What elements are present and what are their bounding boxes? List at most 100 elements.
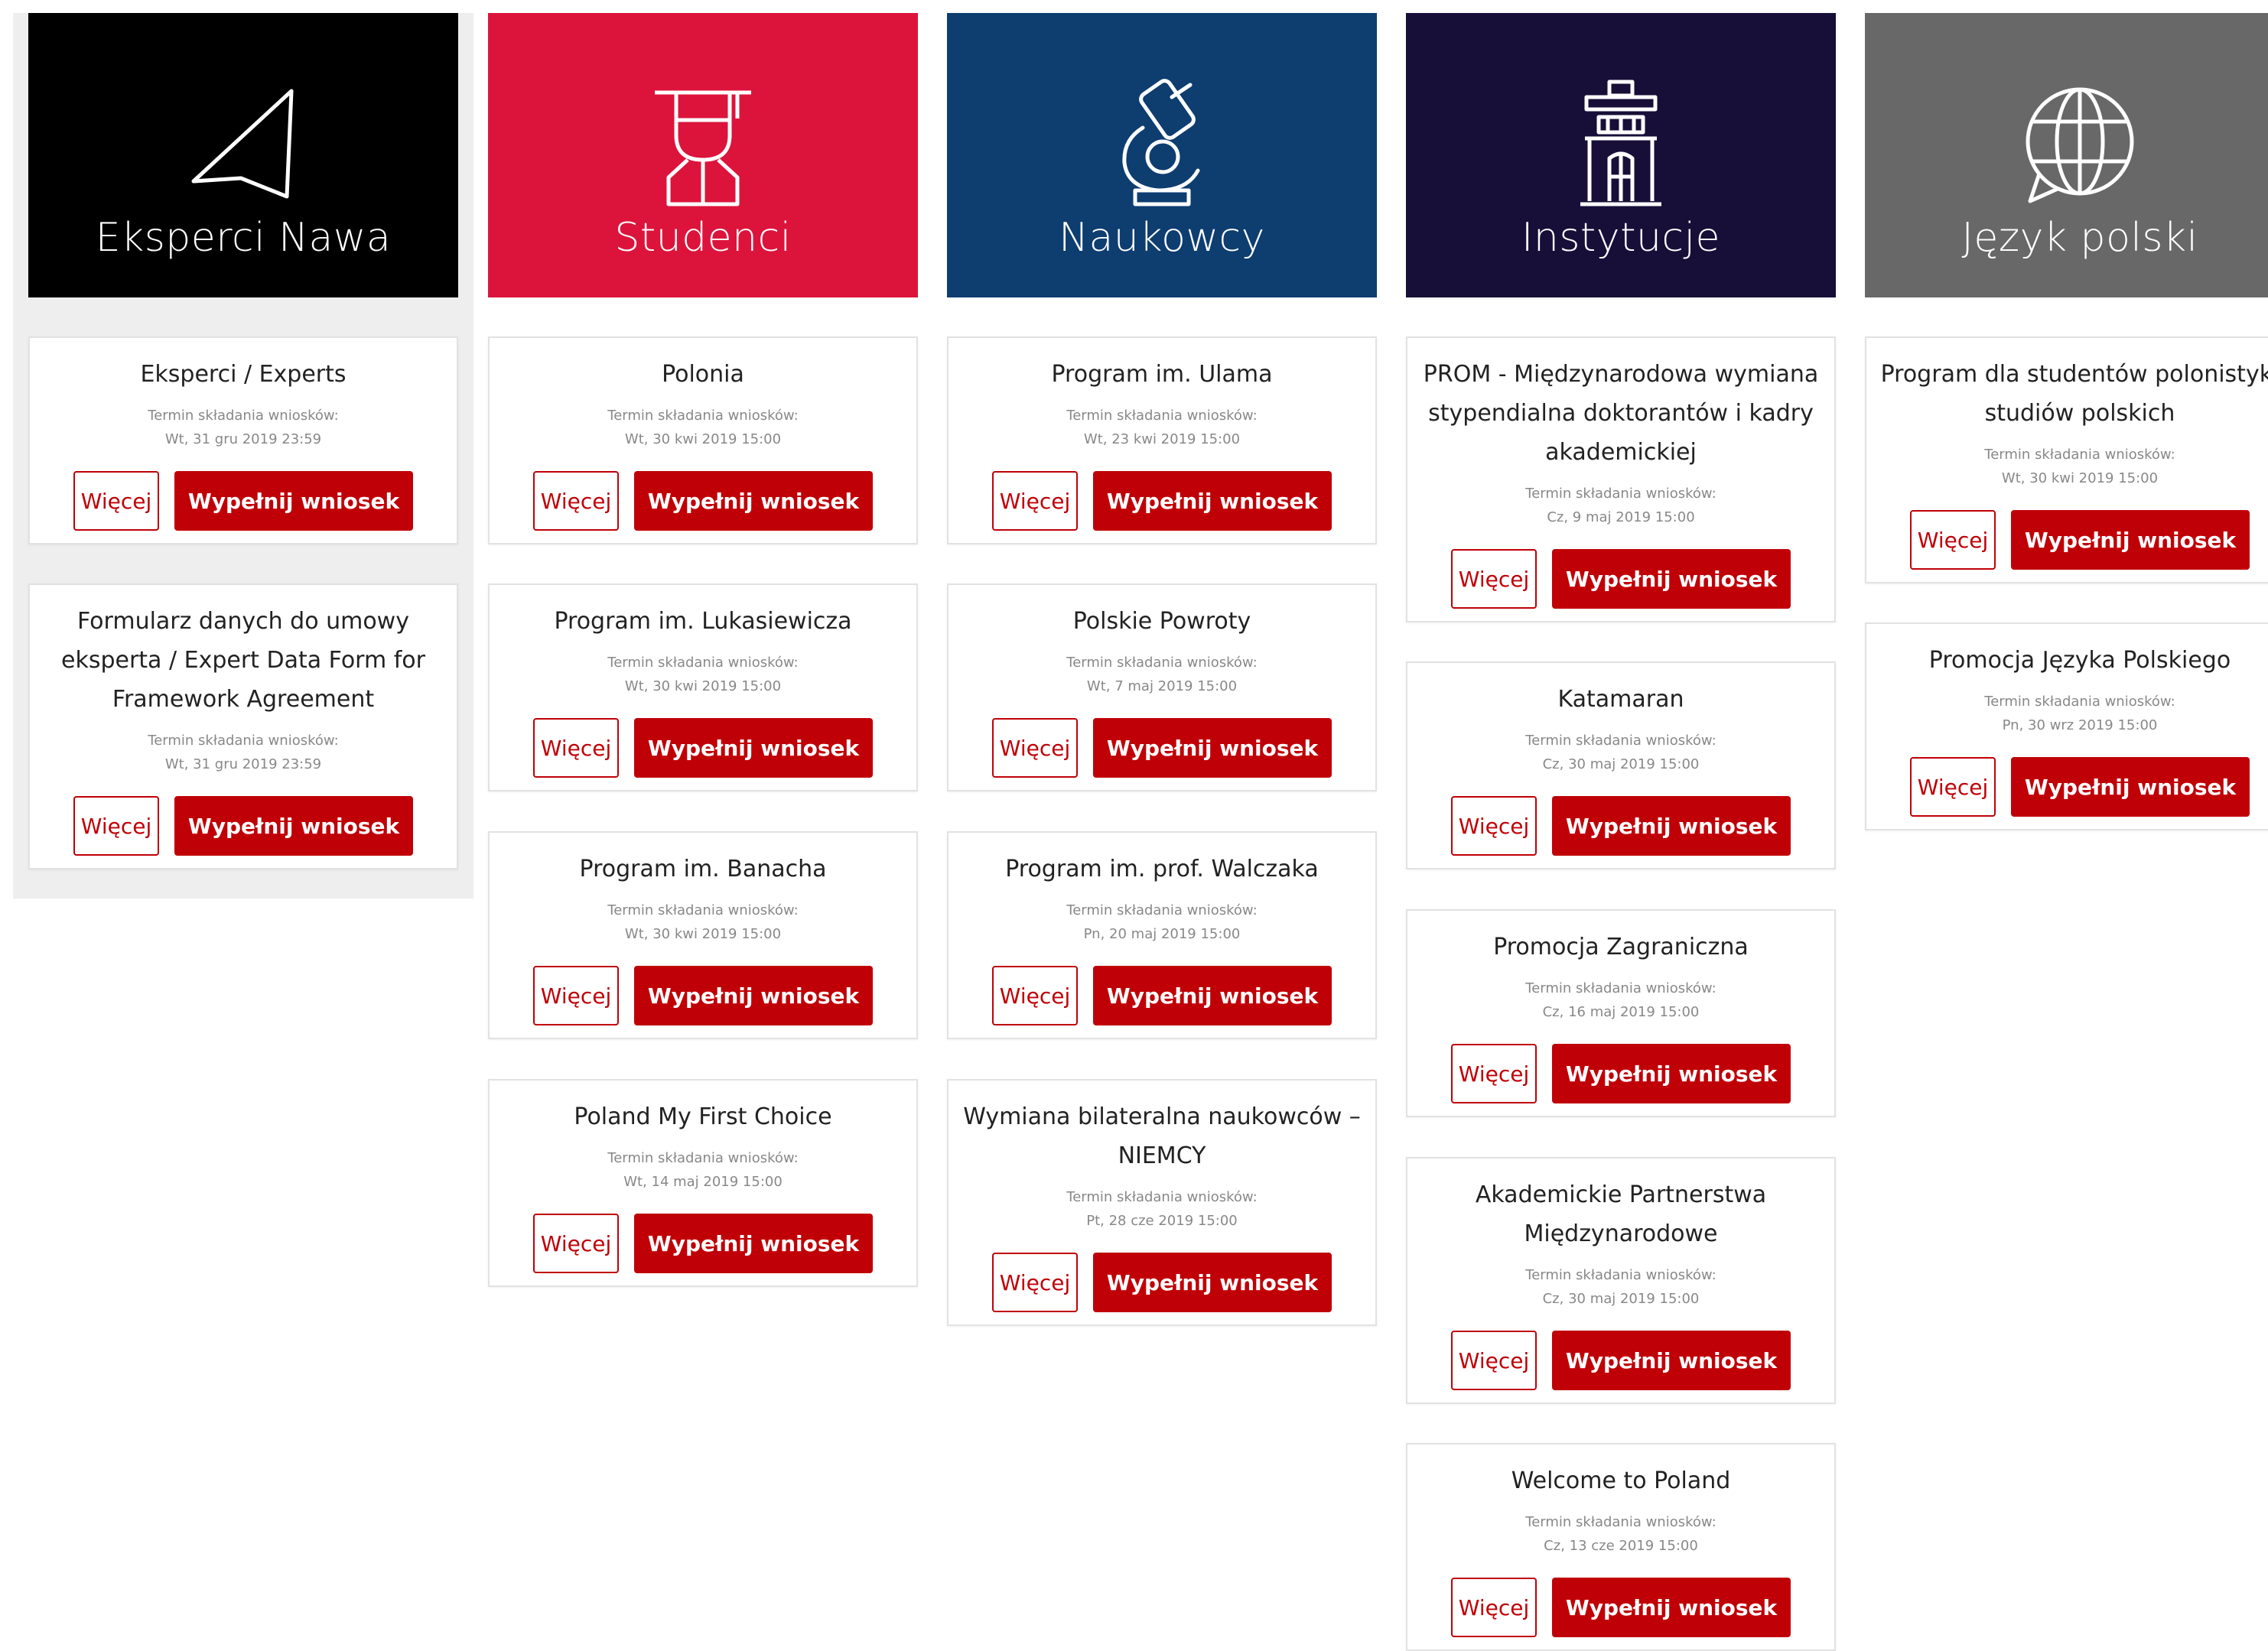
card-actions: Więcej Wypełnij wniosek — [1420, 1331, 1822, 1390]
header-studenci[interactable]: Studenci — [488, 13, 918, 297]
more-button[interactable]: Więcej — [1910, 757, 1996, 817]
program-title: Promocja Języka Polskiego — [1928, 647, 2231, 674]
deadline-label: Termin składania wniosków: — [148, 733, 339, 749]
fill-application-button[interactable]: Wypełnij wniosek — [634, 966, 873, 1025]
header-instytucje[interactable]: Instytucje — [1406, 13, 1836, 297]
deadline-date: Wt, 23 kwi 2019 15:00 — [1083, 431, 1241, 447]
program-card: PROM - Międzynarodowa wymiana stypendial… — [1406, 336, 1836, 622]
fill-application-button[interactable]: Wypełnij wniosek — [1093, 966, 1332, 1025]
program-title: Poland My First Choice — [574, 1103, 832, 1130]
more-button[interactable]: Więcej — [1451, 1578, 1537, 1637]
deadline-date: Wt, 31 gru 2019 23:59 — [164, 756, 322, 772]
program-title: Promocja Zagraniczna — [1493, 934, 1749, 960]
column-jezyk-polski: Język polski Program dla studentów polon… — [1865, 13, 2268, 830]
deadline-label: Termin składania wniosków: — [148, 408, 339, 424]
program-card: Akademickie Partnerstwa Międzynarodowe T… — [1406, 1157, 1836, 1404]
card-actions: Więcej Wypełnij wniosek — [1420, 549, 1822, 609]
more-button[interactable]: Więcej — [73, 796, 159, 856]
more-button[interactable]: Więcej — [1451, 796, 1537, 856]
card-actions: Więcej Wypełnij wniosek — [961, 471, 1363, 531]
more-button[interactable]: Więcej — [992, 966, 1078, 1025]
program-card: Katamaran Termin składania wniosków: Cz,… — [1406, 661, 1836, 869]
deadline-label: Termin składania wniosków: — [1066, 902, 1258, 918]
deadline-label: Termin składania wniosków: — [607, 902, 799, 918]
deadline-date: Cz, 16 maj 2019 15:00 — [1542, 1004, 1700, 1020]
deadline-date: Wt, 7 maj 2019 15:00 — [1086, 678, 1238, 694]
fill-application-button[interactable]: Wypełnij wniosek — [1552, 1044, 1791, 1103]
more-button[interactable]: Więcej — [73, 471, 159, 531]
send-arrow-icon — [191, 89, 294, 199]
card-actions: Więcej Wypełnij wniosek — [961, 1253, 1363, 1312]
deadline-date: Cz, 30 maj 2019 15:00 — [1542, 756, 1700, 772]
fill-application-button[interactable]: Wypełnij wniosek — [1093, 471, 1332, 531]
more-button[interactable]: Więcej — [992, 471, 1078, 531]
card-actions: Więcej Wypełnij wniosek — [42, 796, 444, 856]
more-button[interactable]: Więcej — [992, 1253, 1078, 1312]
program-title: Formularz danych do umowy eksperta / Exp… — [61, 608, 425, 713]
fill-application-button[interactable]: Wypełnij wniosek — [2011, 757, 2250, 817]
more-button[interactable]: Więcej — [992, 718, 1078, 778]
more-button[interactable]: Więcej — [1910, 510, 1996, 570]
fill-application-button[interactable]: Wypełnij wniosek — [634, 471, 873, 531]
program-card: Program im. prof. Walczaka Termin składa… — [947, 831, 1377, 1039]
deadline-label: Termin składania wniosków: — [607, 655, 799, 671]
more-button[interactable]: Więcej — [533, 471, 619, 531]
more-button[interactable]: Więcej — [1451, 1044, 1537, 1103]
column-naukowcy: Naukowcy Program im. Ulama Termin składa… — [947, 13, 1377, 1326]
deadline-label: Termin składania wniosków: — [1066, 408, 1258, 424]
program-card: Program im. Banacha Termin składania wni… — [488, 831, 918, 1039]
institution-building-icon — [1580, 80, 1661, 206]
fill-application-button[interactable]: Wypełnij wniosek — [174, 471, 413, 531]
program-title: PROM - Międzynarodowa wymiana stypendial… — [1423, 361, 1819, 466]
microscope-icon — [1122, 79, 1200, 206]
program-card: Poland My First Choice Termin składania … — [488, 1079, 918, 1287]
more-button[interactable]: Więcej — [1451, 549, 1537, 609]
deadline-date: Wt, 30 kwi 2019 15:00 — [624, 926, 782, 942]
program-card: Program im. Ulama Termin składania wnios… — [947, 336, 1377, 544]
graduate-icon — [655, 90, 751, 206]
deadline-date: Pt, 28 cze 2019 15:00 — [1086, 1213, 1238, 1229]
fill-application-button[interactable]: Wypełnij wniosek — [1552, 796, 1791, 856]
program-card: Polonia Termin składania wniosków: Wt, 3… — [488, 336, 918, 544]
card-actions: Więcej Wypełnij wniosek — [502, 471, 904, 531]
program-title: Program dla studentów polonistyki studió… — [1880, 361, 2268, 427]
fill-application-button[interactable]: Wypełnij wniosek — [1093, 718, 1332, 778]
fill-application-button[interactable]: Wypełnij wniosek — [634, 718, 873, 778]
card-actions: Więcej Wypełnij wniosek — [502, 1214, 904, 1273]
program-title: Program im. Banacha — [579, 856, 827, 882]
fill-application-button[interactable]: Wypełnij wniosek — [1552, 549, 1791, 609]
program-card: Promocja Zagraniczna Termin składania wn… — [1406, 909, 1836, 1117]
column-studenci: Studenci Polonia Termin składania wniosk… — [488, 13, 918, 1287]
card-actions: Więcej Wypełnij wniosek — [1420, 1044, 1822, 1103]
deadline-date: Wt, 31 gru 2019 23:59 — [164, 431, 322, 447]
fill-application-button[interactable]: Wypełnij wniosek — [1552, 1331, 1791, 1390]
column-eksperci: Eksperci Nawa Eksperci / Experts Termin … — [28, 13, 458, 869]
card-actions: Więcej Wypełnij wniosek — [1420, 1578, 1822, 1637]
header-jezyk-polski[interactable]: Język polski — [1865, 13, 2268, 297]
deadline-date: Cz, 30 maj 2019 15:00 — [1542, 1291, 1700, 1307]
more-button[interactable]: Więcej — [533, 718, 619, 778]
deadline-date: Wt, 14 maj 2019 15:00 — [623, 1174, 783, 1190]
more-button[interactable]: Więcej — [533, 966, 619, 1025]
fill-application-button[interactable]: Wypełnij wniosek — [174, 796, 413, 856]
deadline-date: Wt, 30 kwi 2019 15:00 — [624, 431, 782, 447]
program-card: Wymiana bilateralna naukowców – NIEMCY T… — [947, 1079, 1377, 1326]
deadline-label: Termin składania wniosków: — [1984, 447, 2175, 463]
column-instytucje: Instytucje PROM - Międzynarodowa wymiana… — [1406, 13, 1836, 1651]
header-naukowcy[interactable]: Naukowcy — [947, 13, 1377, 297]
deadline-label: Termin składania wniosków: — [1525, 1514, 1716, 1530]
fill-application-button[interactable]: Wypełnij wniosek — [2011, 510, 2250, 570]
deadline-label: Termin składania wniosków: — [1525, 980, 1716, 996]
program-card: Eksperci / Experts Termin składania wnio… — [28, 336, 458, 544]
fill-application-button[interactable]: Wypełnij wniosek — [1552, 1578, 1791, 1637]
deadline-label: Termin składania wniosków: — [607, 408, 799, 424]
fill-application-button[interactable]: Wypełnij wniosek — [634, 1214, 873, 1273]
program-title: Program im. Lukasiewicza — [554, 608, 852, 635]
more-button[interactable]: Więcej — [1451, 1331, 1537, 1390]
program-card: Formularz danych do umowy eksperta / Exp… — [28, 583, 458, 869]
fill-application-button[interactable]: Wypełnij wniosek — [1093, 1253, 1332, 1312]
more-button[interactable]: Więcej — [533, 1214, 619, 1273]
deadline-label: Termin składania wniosków: — [1525, 733, 1716, 749]
header-title: Instytucje — [1521, 215, 1720, 261]
header-eksperci[interactable]: Eksperci Nawa — [28, 13, 458, 297]
